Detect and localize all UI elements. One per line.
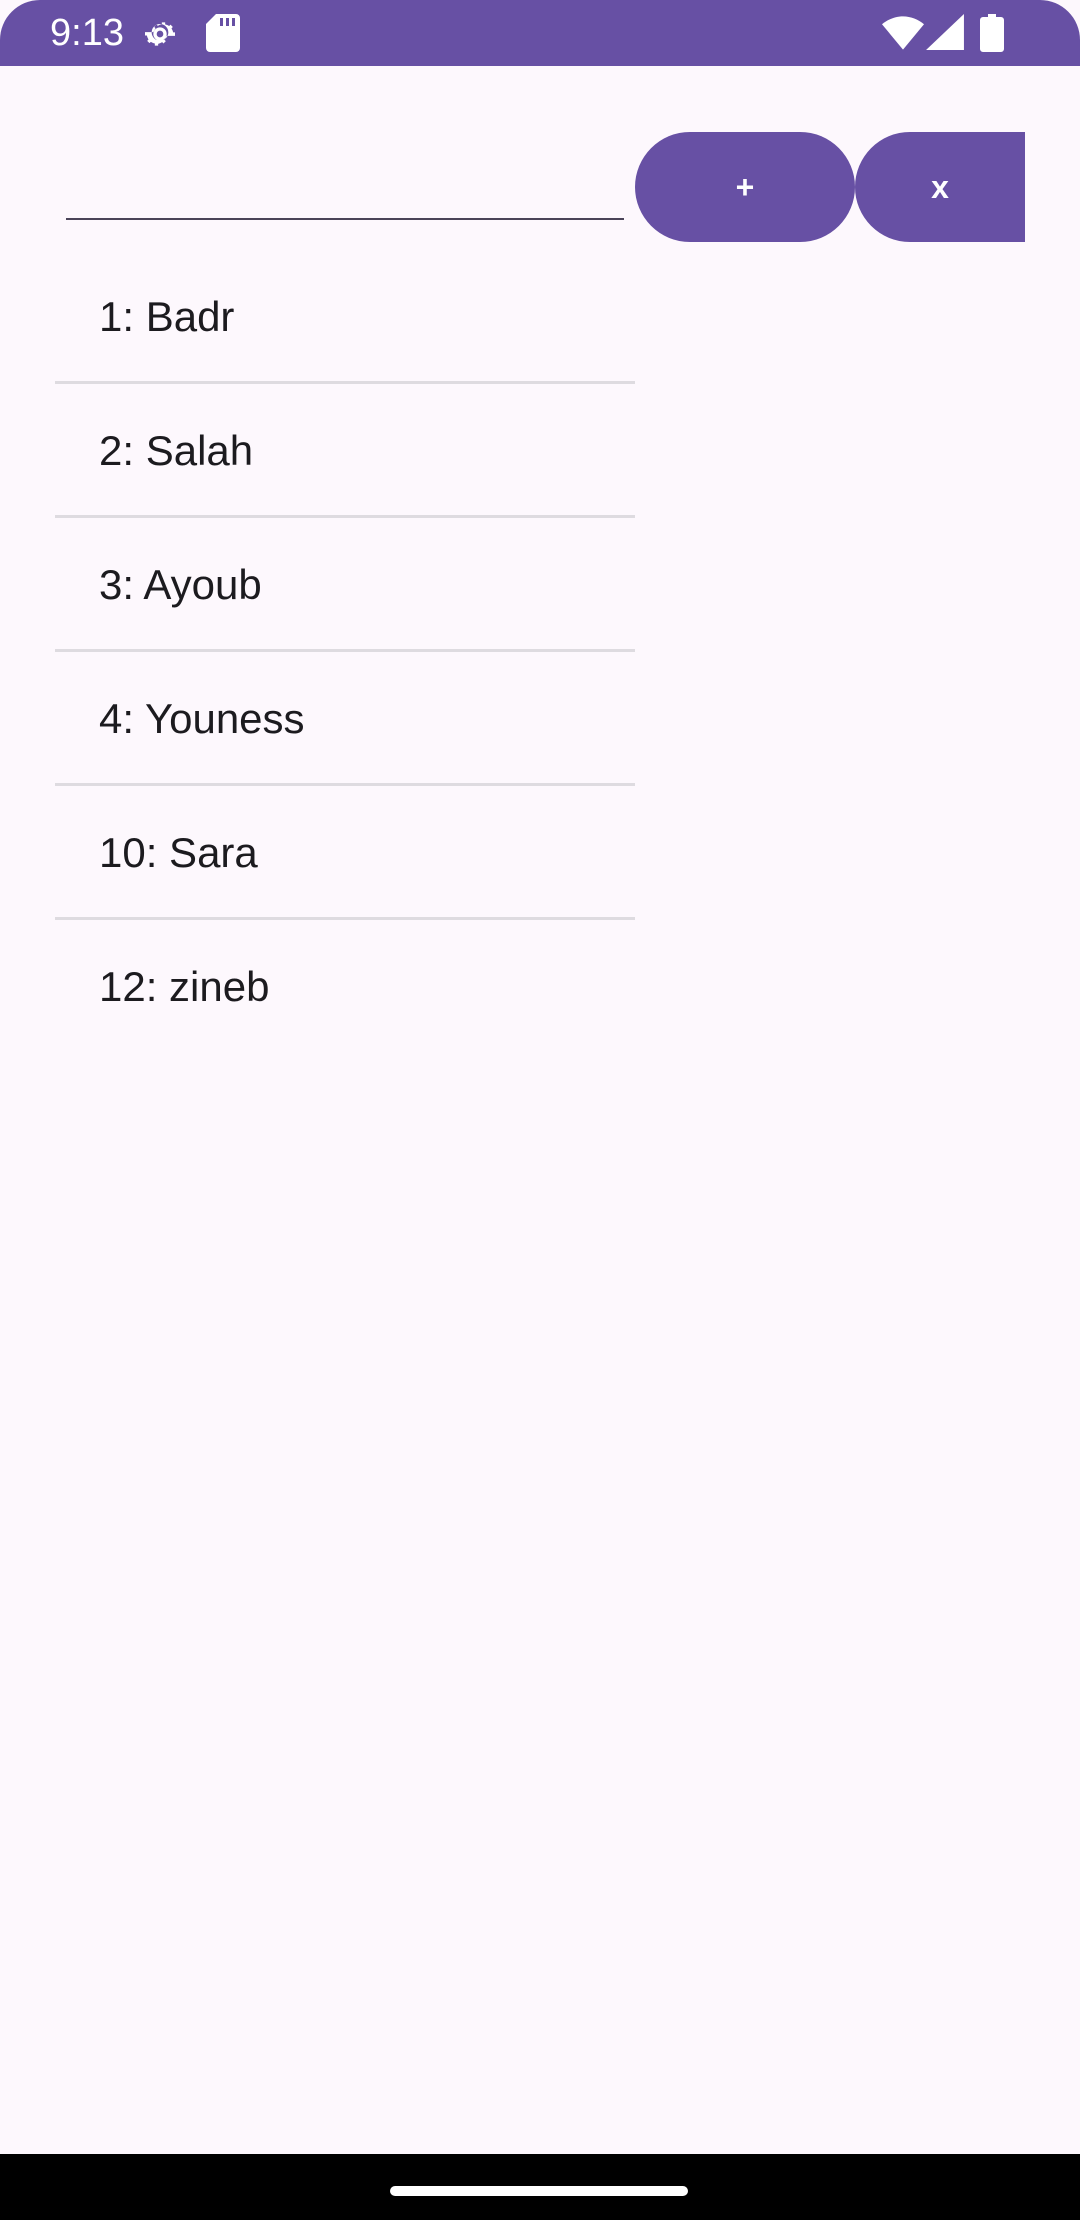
list-item[interactable]: 12: zineb xyxy=(55,920,635,1054)
list-item-label: 2: Salah xyxy=(99,427,254,474)
add-button[interactable]: + xyxy=(635,132,855,242)
wifi-icon xyxy=(882,16,924,55)
list-item[interactable]: 4: Youness xyxy=(55,652,635,786)
list-item[interactable]: 3: Ayoub xyxy=(55,518,635,652)
list-item-label: 12: zineb xyxy=(99,963,270,1010)
clear-button[interactable]: x xyxy=(855,132,1025,242)
gear-icon xyxy=(140,14,180,59)
list-item-label: 3: Ayoub xyxy=(99,561,262,608)
navigation-bar xyxy=(0,2154,1080,2220)
list-item[interactable]: 10: Sara xyxy=(55,786,635,920)
status-time: 9:13 xyxy=(50,12,124,54)
status-bar: 9:13 xyxy=(0,0,1080,66)
name-input[interactable] xyxy=(66,130,624,220)
list-item[interactable]: 2: Salah xyxy=(55,384,635,518)
signal-icon xyxy=(926,14,964,55)
home-handle[interactable] xyxy=(390,2186,688,2196)
battery-icon xyxy=(980,14,1004,57)
list-item-label: 10: Sara xyxy=(99,829,258,876)
list-item-label: 4: Youness xyxy=(99,695,305,742)
names-list: 1: Badr 2: Salah 3: Ayoub 4: Youness 10:… xyxy=(55,250,635,1054)
list-item-label: 1: Badr xyxy=(99,293,235,340)
sd-card-icon xyxy=(206,14,240,57)
list-item[interactable]: 1: Badr xyxy=(55,250,635,384)
